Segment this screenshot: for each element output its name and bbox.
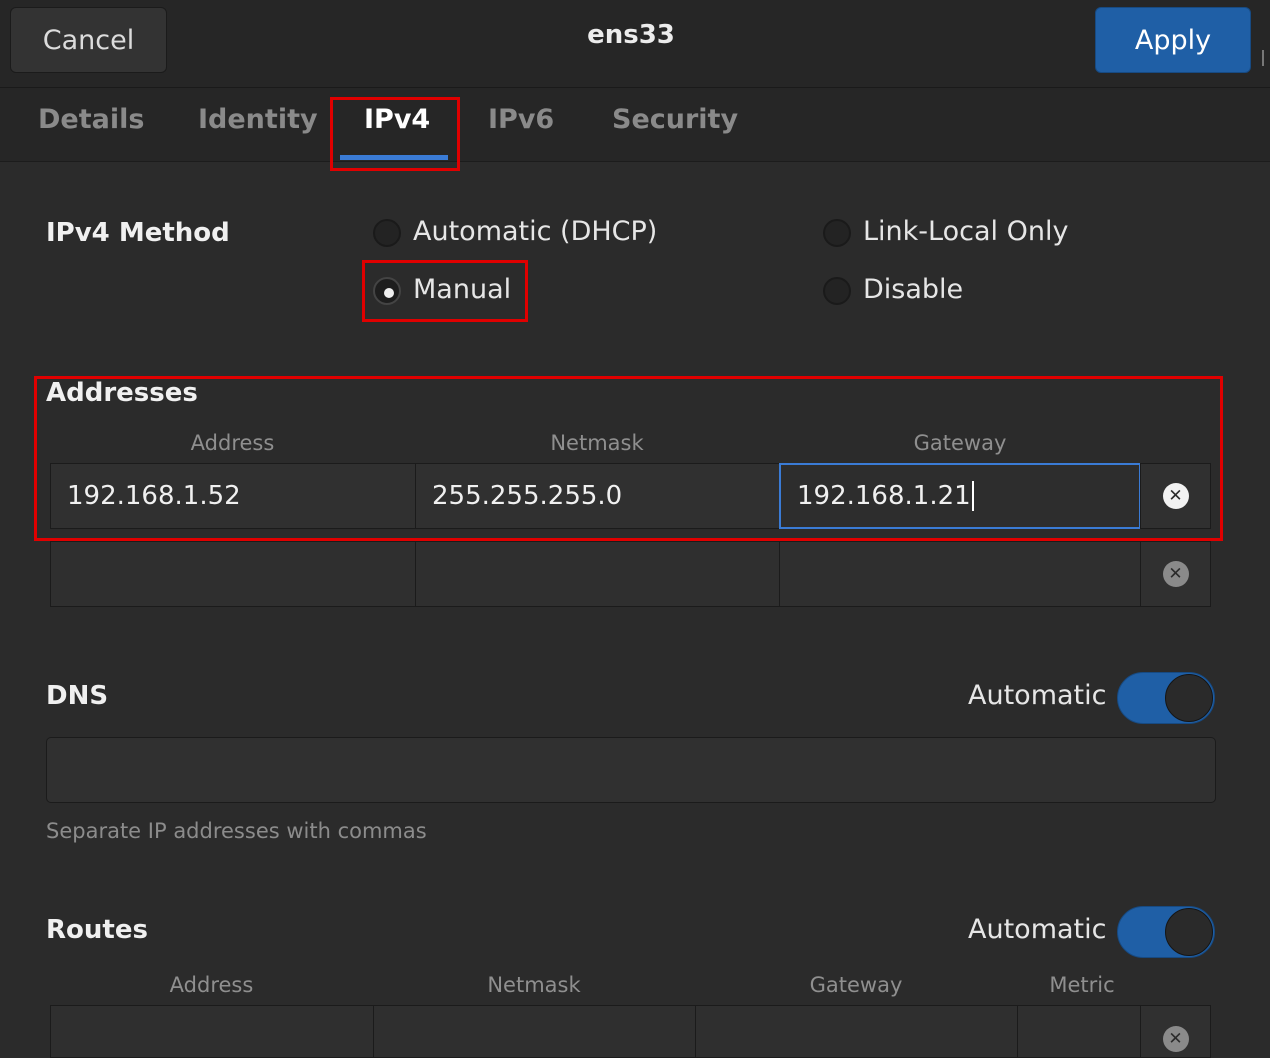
disable-label[interactable]: Disable <box>863 274 963 305</box>
tab-identity[interactable]: Identity <box>198 104 318 135</box>
automatic-dhcp-radio[interactable] <box>373 219 401 247</box>
netmask-field-empty[interactable] <box>415 541 780 607</box>
switch-knob <box>1165 674 1213 722</box>
disable-radio[interactable] <box>823 277 851 305</box>
route-metric-field[interactable] <box>1017 1005 1141 1058</box>
manual-highlight-box <box>362 260 528 322</box>
ipv4-method-label: IPv4 Method <box>46 218 230 248</box>
window-edge-divider <box>1262 50 1264 66</box>
routes-col-gateway: Gateway <box>809 973 903 997</box>
cancel-button[interactable]: Cancel <box>10 7 167 73</box>
close-icon: ✕ <box>1162 561 1189 587</box>
ipv4-tab-highlight-box <box>330 97 460 171</box>
dns-title: DNS <box>46 681 109 711</box>
routes-title: Routes <box>46 915 148 945</box>
tab-details[interactable]: Details <box>38 104 144 135</box>
automatic-dhcp-label[interactable]: Automatic (DHCP) <box>413 216 657 247</box>
tab-security[interactable]: Security <box>612 104 738 135</box>
addresses-highlight-box <box>34 376 1223 541</box>
dialog-title: ens33 <box>587 20 675 50</box>
close-icon: ✕ <box>1162 1026 1189 1052</box>
switch-knob <box>1165 908 1213 956</box>
dns-input[interactable] <box>46 737 1216 803</box>
route-row-delete[interactable]: ✕ <box>1140 1005 1211 1058</box>
route-gateway-field[interactable] <box>695 1005 1018 1058</box>
routes-col-metric: Metric <box>1049 973 1115 997</box>
link-local-only-radio[interactable] <box>823 219 851 247</box>
dns-automatic-label: Automatic <box>968 680 1107 711</box>
route-address-field[interactable] <box>50 1005 374 1058</box>
routes-automatic-label: Automatic <box>968 914 1107 945</box>
dns-automatic-switch[interactable] <box>1117 672 1215 724</box>
tab-ipv6[interactable]: IPv6 <box>488 104 554 135</box>
address-row-2-delete[interactable]: ✕ <box>1140 541 1211 607</box>
routes-automatic-switch[interactable] <box>1117 906 1215 958</box>
routes-col-netmask: Netmask <box>487 973 581 997</box>
dns-hint: Separate IP addresses with commas <box>46 819 427 843</box>
routes-col-address: Address <box>169 973 254 997</box>
link-local-only-label[interactable]: Link-Local Only <box>863 216 1068 247</box>
address-field-empty[interactable] <box>50 541 416 607</box>
gateway-field-empty[interactable] <box>779 541 1141 607</box>
route-netmask-field[interactable] <box>373 1005 696 1058</box>
apply-button[interactable]: Apply <box>1095 7 1251 73</box>
